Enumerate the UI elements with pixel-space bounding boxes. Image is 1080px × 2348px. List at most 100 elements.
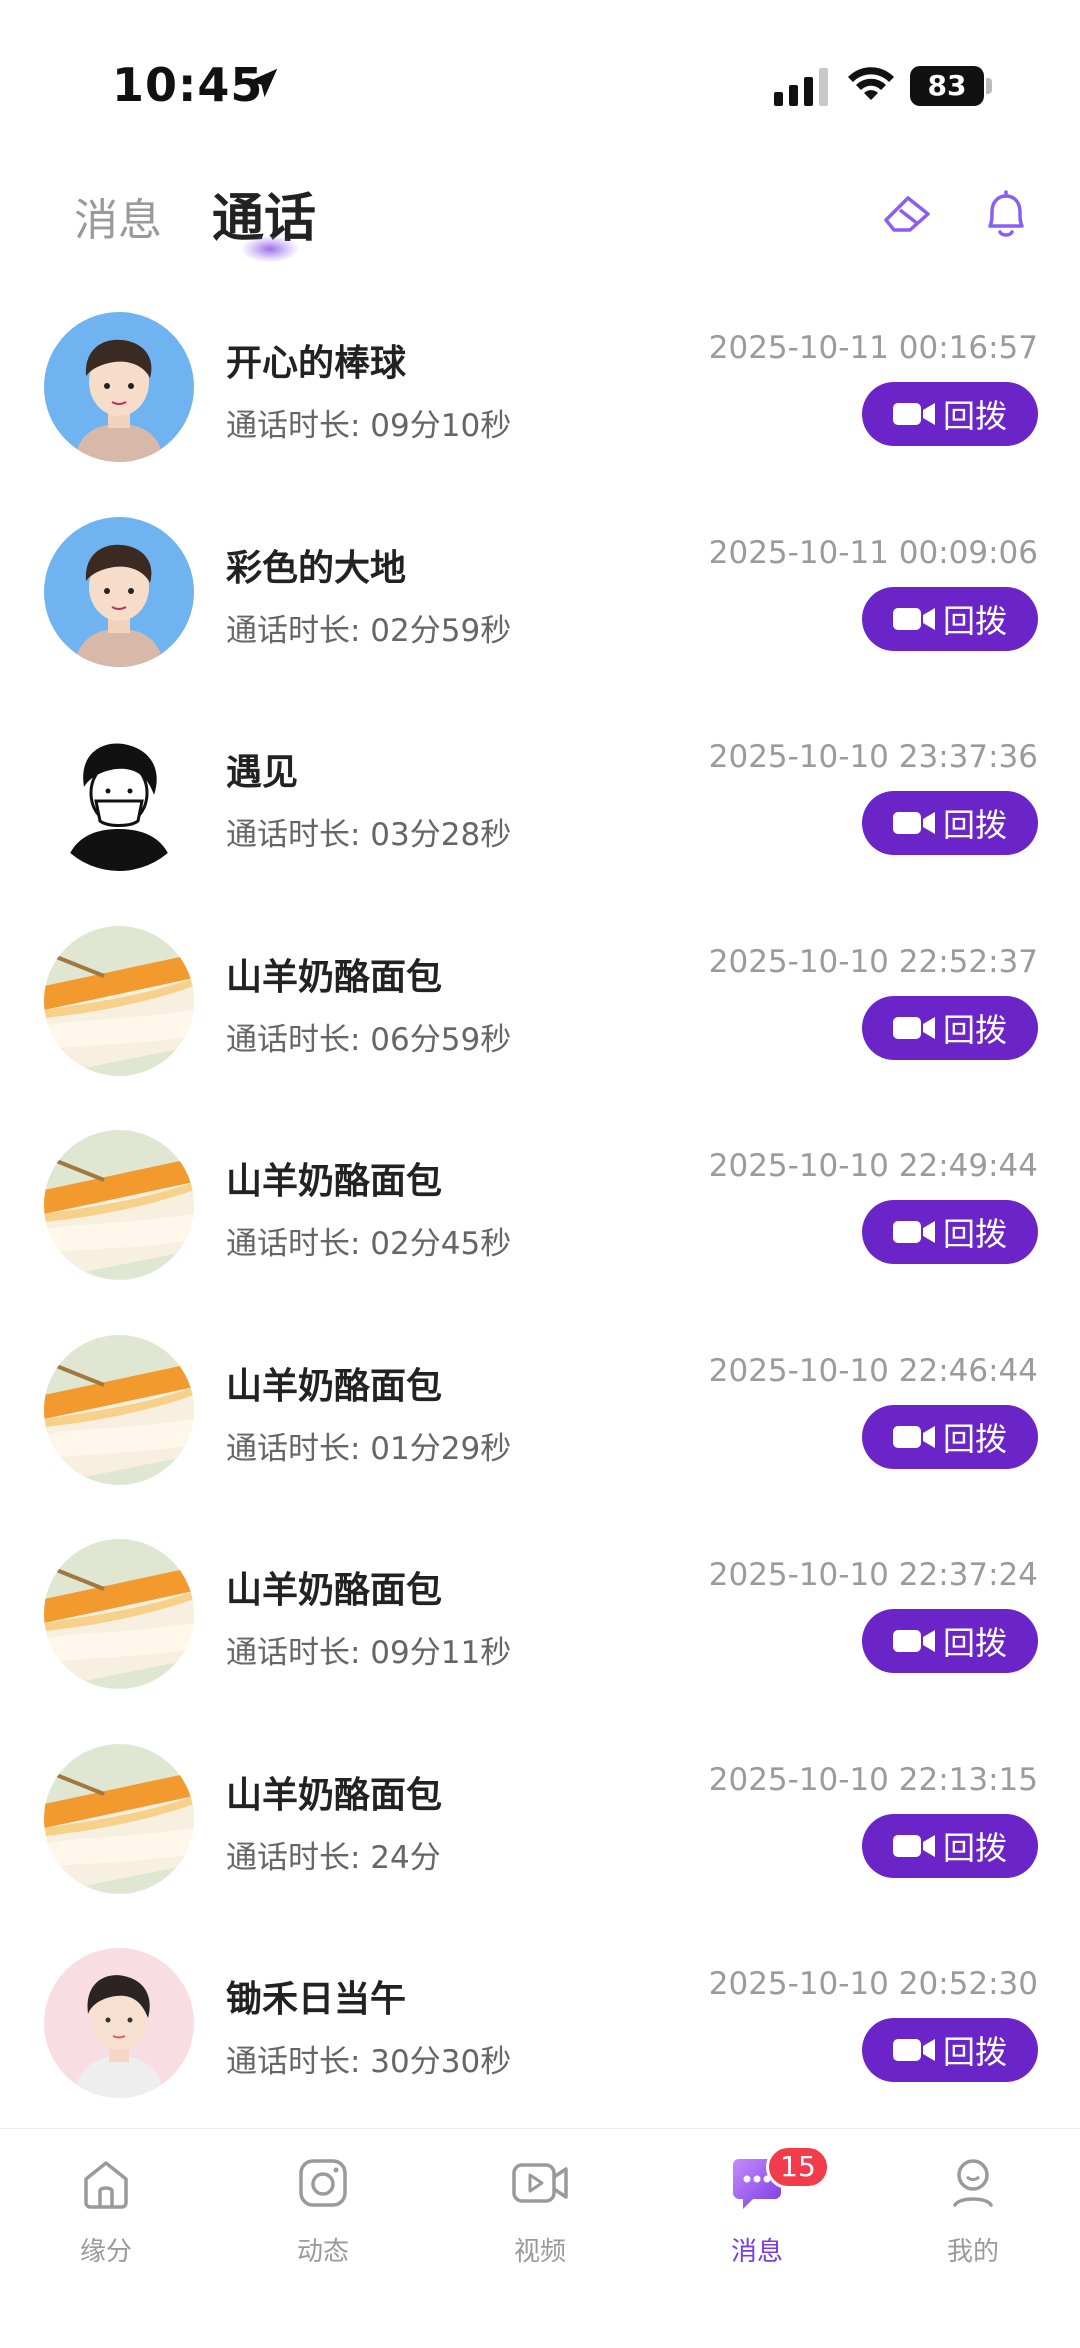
call-datetime: 2025-10-10 22:37:24 — [708, 1557, 1038, 1593]
call-duration: 通话时长: 24分 — [226, 1839, 441, 1876]
battery-indicator: 83 — [910, 66, 984, 106]
caller-name: 遇见 — [226, 752, 299, 793]
page-header: 消息 通话 — [0, 160, 1080, 270]
call-duration: 通话时长: 02分59秒 — [226, 612, 512, 649]
callback-label: 回拨 — [942, 2033, 1007, 2071]
avatar-cake[interactable] — [44, 1130, 194, 1280]
caller-name: 山羊奶酪面包 — [226, 1161, 443, 1202]
profile-icon — [953, 2159, 993, 2207]
bell-icon[interactable] — [976, 184, 1036, 244]
video-camera-icon — [892, 403, 935, 425]
nav-label: 我的 — [946, 2237, 999, 2267]
call-item[interactable]: 遇见 通话时长: 03分28秒 2025-10-10 23:37:36 回拨 — [0, 699, 1080, 904]
video-camera-icon — [892, 1221, 935, 1243]
callback-label: 回拨 — [942, 1624, 1007, 1662]
call-datetime: 2025-10-10 22:49:44 — [708, 1148, 1038, 1184]
video-camera-icon — [892, 1834, 935, 1857]
callback-button[interactable]: 回拨 — [862, 1404, 1038, 1469]
home-icon — [84, 2161, 128, 2209]
call-item[interactable]: 山羊奶酪面包 通话时长: 01分29秒 2025-10-10 22:46:44 … — [0, 1313, 1080, 1518]
call-datetime: 2025-10-11 00:16:57 — [708, 330, 1038, 366]
nav-label: 消息 — [730, 2237, 783, 2267]
caller-name: 山羊奶酪面包 — [226, 1365, 443, 1407]
callback-label: 回拨 — [942, 1215, 1007, 1253]
video-camera-icon — [892, 1016, 935, 1039]
tab-messages[interactable]: 消息 — [74, 184, 162, 248]
call-duration: 通话时长: 09分10秒 — [226, 408, 512, 444]
caller-name: 山羊奶酪面包 — [226, 956, 443, 998]
call-duration: 通话时长: 03分28秒 — [226, 817, 512, 853]
call-duration: 通话时长: 01分29秒 — [226, 1430, 512, 1467]
camera-icon — [299, 2159, 347, 2207]
avatar-masked-sketch[interactable] — [44, 721, 194, 871]
callback-button[interactable]: 回拨 — [862, 382, 1038, 446]
nav-dongtai[interactable]: 动态 — [248, 2151, 398, 2311]
caller-name: 锄禾日当午 — [226, 1979, 407, 2020]
video-icon — [512, 2163, 568, 2203]
callback-label: 回拨 — [942, 601, 1007, 640]
callback-button[interactable]: 回拨 — [862, 2018, 1038, 2082]
callback-button[interactable]: 回拨 — [862, 791, 1038, 855]
call-item[interactable]: 山羊奶酪面包 通话时长: 06分59秒 2025-10-10 22:52:37 … — [0, 904, 1080, 1109]
location-arrow-icon — [248, 68, 278, 98]
avatar-cake[interactable] — [44, 925, 194, 1076]
nav-label: 视频 — [513, 2237, 566, 2267]
call-datetime: 2025-10-10 23:37:36 — [708, 739, 1038, 775]
call-duration: 通话时长: 09分11秒 — [226, 1635, 512, 1671]
video-camera-icon — [892, 607, 935, 630]
video-camera-icon — [892, 1630, 935, 1652]
video-camera-icon — [892, 812, 935, 834]
call-duration: 通话时长: 02分45秒 — [226, 1226, 512, 1262]
nav-label: 动态 — [296, 2237, 349, 2267]
eraser-icon[interactable] — [878, 184, 938, 244]
callback-button[interactable]: 回拨 — [862, 586, 1038, 651]
call-duration: 通话时长: 06分59秒 — [226, 1021, 512, 1058]
callback-label: 回拨 — [942, 397, 1007, 435]
nav-messages[interactable]: 15 消息 — [682, 2145, 832, 2311]
callback-label: 回拨 — [942, 1828, 1007, 1867]
avatar-cake[interactable] — [44, 1539, 194, 1689]
call-datetime: 2025-10-10 20:52:30 — [708, 1966, 1038, 2002]
call-datetime: 2025-10-10 22:46:44 — [708, 1352, 1038, 1389]
avatar-cartoon-man[interactable] — [44, 516, 194, 667]
caller-name: 彩色的大地 — [226, 547, 407, 589]
avatar-cake[interactable] — [44, 1334, 194, 1485]
call-datetime: 2025-10-10 22:13:15 — [708, 1761, 1038, 1798]
caller-name: 山羊奶酪面包 — [226, 1570, 443, 1611]
video-camera-icon — [892, 2039, 935, 2061]
callback-button[interactable]: 回拨 — [862, 1609, 1038, 1673]
cellular-signal-icon — [774, 68, 828, 106]
nav-video[interactable]: 视频 — [465, 2151, 615, 2311]
nav-yuanfen[interactable]: 缘分 — [31, 2151, 181, 2311]
video-camera-icon — [892, 1425, 935, 1448]
call-item[interactable]: 彩色的大地 通话时长: 02分59秒 2025-10-11 00:09:06 回… — [0, 495, 1080, 700]
callback-label: 回拨 — [942, 806, 1007, 844]
call-item[interactable]: 山羊奶酪面包 通话时长: 09分11秒 2025-10-10 22:37:24 … — [0, 1517, 1080, 1722]
callback-button[interactable]: 回拨 — [862, 1813, 1038, 1878]
call-datetime: 2025-10-11 00:09:06 — [708, 534, 1038, 571]
callback-button[interactable]: 回拨 — [862, 995, 1038, 1060]
avatar-portrait-man[interactable] — [44, 1948, 194, 2098]
avatar-cartoon-man[interactable] — [44, 312, 194, 462]
unread-badge: 15 — [766, 2145, 830, 2189]
call-duration: 通话时长: 30分30秒 — [226, 2044, 512, 2080]
wifi-icon — [848, 67, 894, 100]
nav-profile[interactable]: 我的 — [898, 2151, 1048, 2311]
call-datetime: 2025-10-10 22:52:37 — [708, 943, 1038, 980]
caller-name: 山羊奶酪面包 — [226, 1774, 443, 1816]
callback-label: 回拨 — [942, 1419, 1007, 1458]
callback-button[interactable]: 回拨 — [862, 1200, 1038, 1264]
caller-name: 开心的棒球 — [226, 343, 407, 384]
active-tab-indicator — [242, 236, 298, 262]
battery-tip — [986, 78, 992, 94]
status-time: 10:45 — [112, 58, 264, 112]
call-item[interactable]: 山羊奶酪面包 通话时长: 02分45秒 2025-10-10 22:49:44 … — [0, 1108, 1080, 1313]
call-history-list: 开心的棒球 通话时长: 09分10秒 2025-10-11 00:16:57 回… — [0, 290, 1080, 2131]
status-bar: 10:45 83 — [0, 0, 1080, 150]
avatar-cake[interactable] — [44, 1743, 194, 1894]
call-item[interactable]: 山羊奶酪面包 通话时长: 24分 2025-10-10 22:13:15 回拨 — [0, 1722, 1080, 1927]
callback-label: 回拨 — [942, 1010, 1007, 1049]
call-item[interactable]: 锄禾日当午 通话时长: 30分30秒 2025-10-10 20:52:30 回… — [0, 1926, 1080, 2131]
call-item[interactable]: 开心的棒球 通话时长: 09分10秒 2025-10-11 00:16:57 回… — [0, 290, 1080, 495]
nav-label: 缘分 — [79, 2237, 132, 2267]
